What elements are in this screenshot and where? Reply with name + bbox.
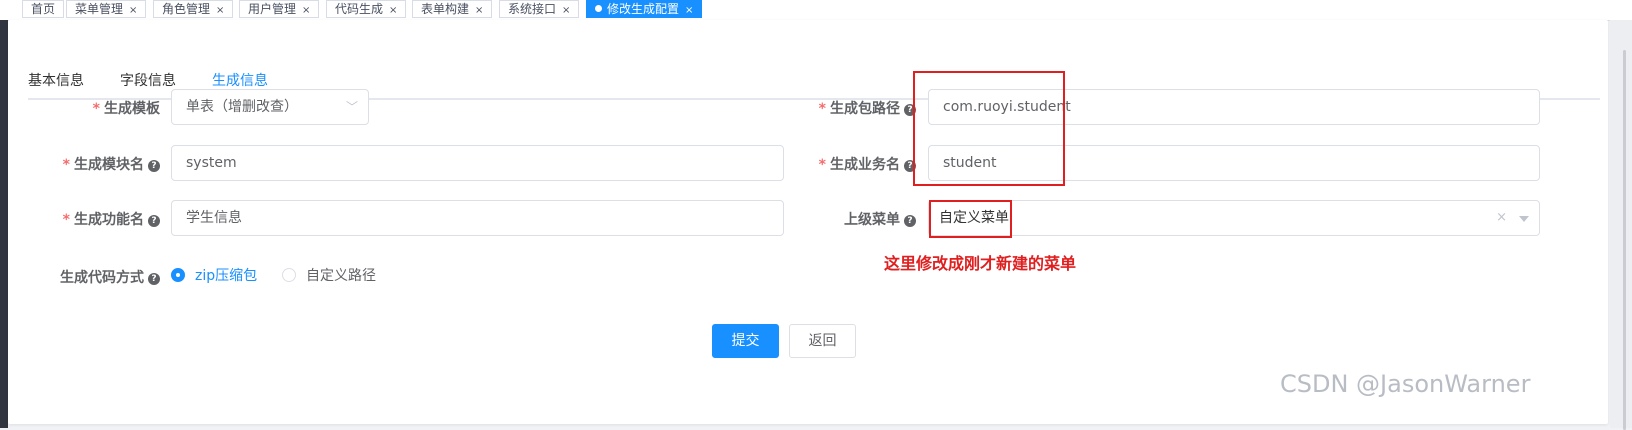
tag-user-management[interactable]: 用户管理 × (239, 0, 320, 18)
radio-unchecked-icon (282, 268, 296, 282)
chevron-down-icon: ﹀ (345, 100, 358, 114)
template-label: * 生成模板 (92, 101, 160, 117)
tag-label: 系统接口 (508, 2, 557, 16)
business-name-label: * 生成业务名? (819, 154, 916, 174)
close-icon[interactable]: × (475, 5, 483, 16)
sidebar-edge (0, 20, 8, 428)
close-icon[interactable]: × (562, 5, 570, 16)
tag-label: 角色管理 (162, 2, 211, 16)
tag-home[interactable]: 首页 (22, 0, 65, 18)
annotation-box-menu (929, 200, 1012, 238)
active-dot-icon (595, 5, 602, 12)
tab-basic-info[interactable]: 基本信息 (28, 70, 84, 90)
tab-gen-info[interactable]: 生成信息 (212, 70, 268, 90)
module-name-label: * 生成模块名? (63, 154, 160, 174)
radio-zip[interactable]: zip压缩包 (171, 268, 257, 284)
tag-code-generation[interactable]: 代码生成 × (326, 0, 407, 18)
question-icon[interactable]: ? (904, 215, 916, 227)
close-icon[interactable]: × (685, 5, 693, 16)
tab-field-info[interactable]: 字段信息 (120, 70, 176, 90)
annotation-text: 这里修改成刚才新建的菜单 (884, 254, 1077, 273)
template-select[interactable]: 单表（增删改查） ﹀ (171, 89, 369, 125)
question-icon[interactable]: ? (148, 160, 160, 172)
gen-type-label: 生成代码方式? (60, 267, 160, 287)
annotation-box-package (913, 71, 1065, 186)
function-name-input[interactable]: 学生信息 (171, 200, 784, 236)
tag-form-builder[interactable]: 表单构建 × (412, 0, 493, 18)
scrollbar-area (1610, 20, 1632, 430)
close-icon[interactable]: × (302, 5, 310, 16)
clear-icon[interactable]: × (1496, 201, 1507, 235)
close-icon[interactable]: × (389, 5, 397, 16)
scrollbar-track[interactable] (1623, 50, 1626, 430)
parent-menu-label: 上级菜单? (844, 209, 916, 229)
tag-role-management[interactable]: 角色管理 × (153, 0, 234, 18)
function-name-label: * 生成功能名? (63, 209, 160, 229)
tag-label: 代码生成 (335, 2, 384, 16)
tag-label: 首页 (31, 2, 56, 16)
module-name-input[interactable]: system (171, 145, 784, 181)
tags-view-bar: 首页 菜单管理 × 角色管理 × 用户管理 × 代码生成 × 表单构建 × 系统接口 × 修… (0, 0, 1632, 21)
parent-menu-treeselect[interactable]: 自定义菜单 × (928, 200, 1540, 236)
close-icon[interactable]: × (216, 5, 224, 16)
main-panel: 基本信息 字段信息 生成信息 * 生成模板 单表（增删改查） ﹀ * 生成包路径? c… (8, 20, 1608, 424)
question-icon[interactable]: ? (148, 273, 160, 285)
back-button[interactable]: 返回 (789, 324, 856, 358)
tag-label: 用户管理 (248, 2, 297, 16)
submit-button[interactable]: 提交 (712, 324, 779, 358)
close-icon[interactable]: × (129, 5, 137, 16)
tag-edit-gen-config[interactable]: 修改生成配置 × (586, 0, 703, 18)
tag-label: 修改生成配置 (607, 2, 680, 16)
radio-custom-path[interactable]: 自定义路径 (282, 268, 376, 284)
package-path-label: * 生成包路径? (819, 98, 916, 118)
tag-label: 表单构建 (421, 2, 470, 16)
watermark: CSDN @JasonWarner (1280, 370, 1531, 398)
tag-menu-management[interactable]: 菜单管理 × (66, 0, 147, 18)
tag-system-api[interactable]: 系统接口 × (499, 0, 580, 18)
question-icon[interactable]: ? (148, 215, 160, 227)
tag-label: 菜单管理 (75, 2, 124, 16)
caret-down-icon[interactable] (1519, 216, 1529, 222)
radio-checked-icon (171, 268, 185, 282)
